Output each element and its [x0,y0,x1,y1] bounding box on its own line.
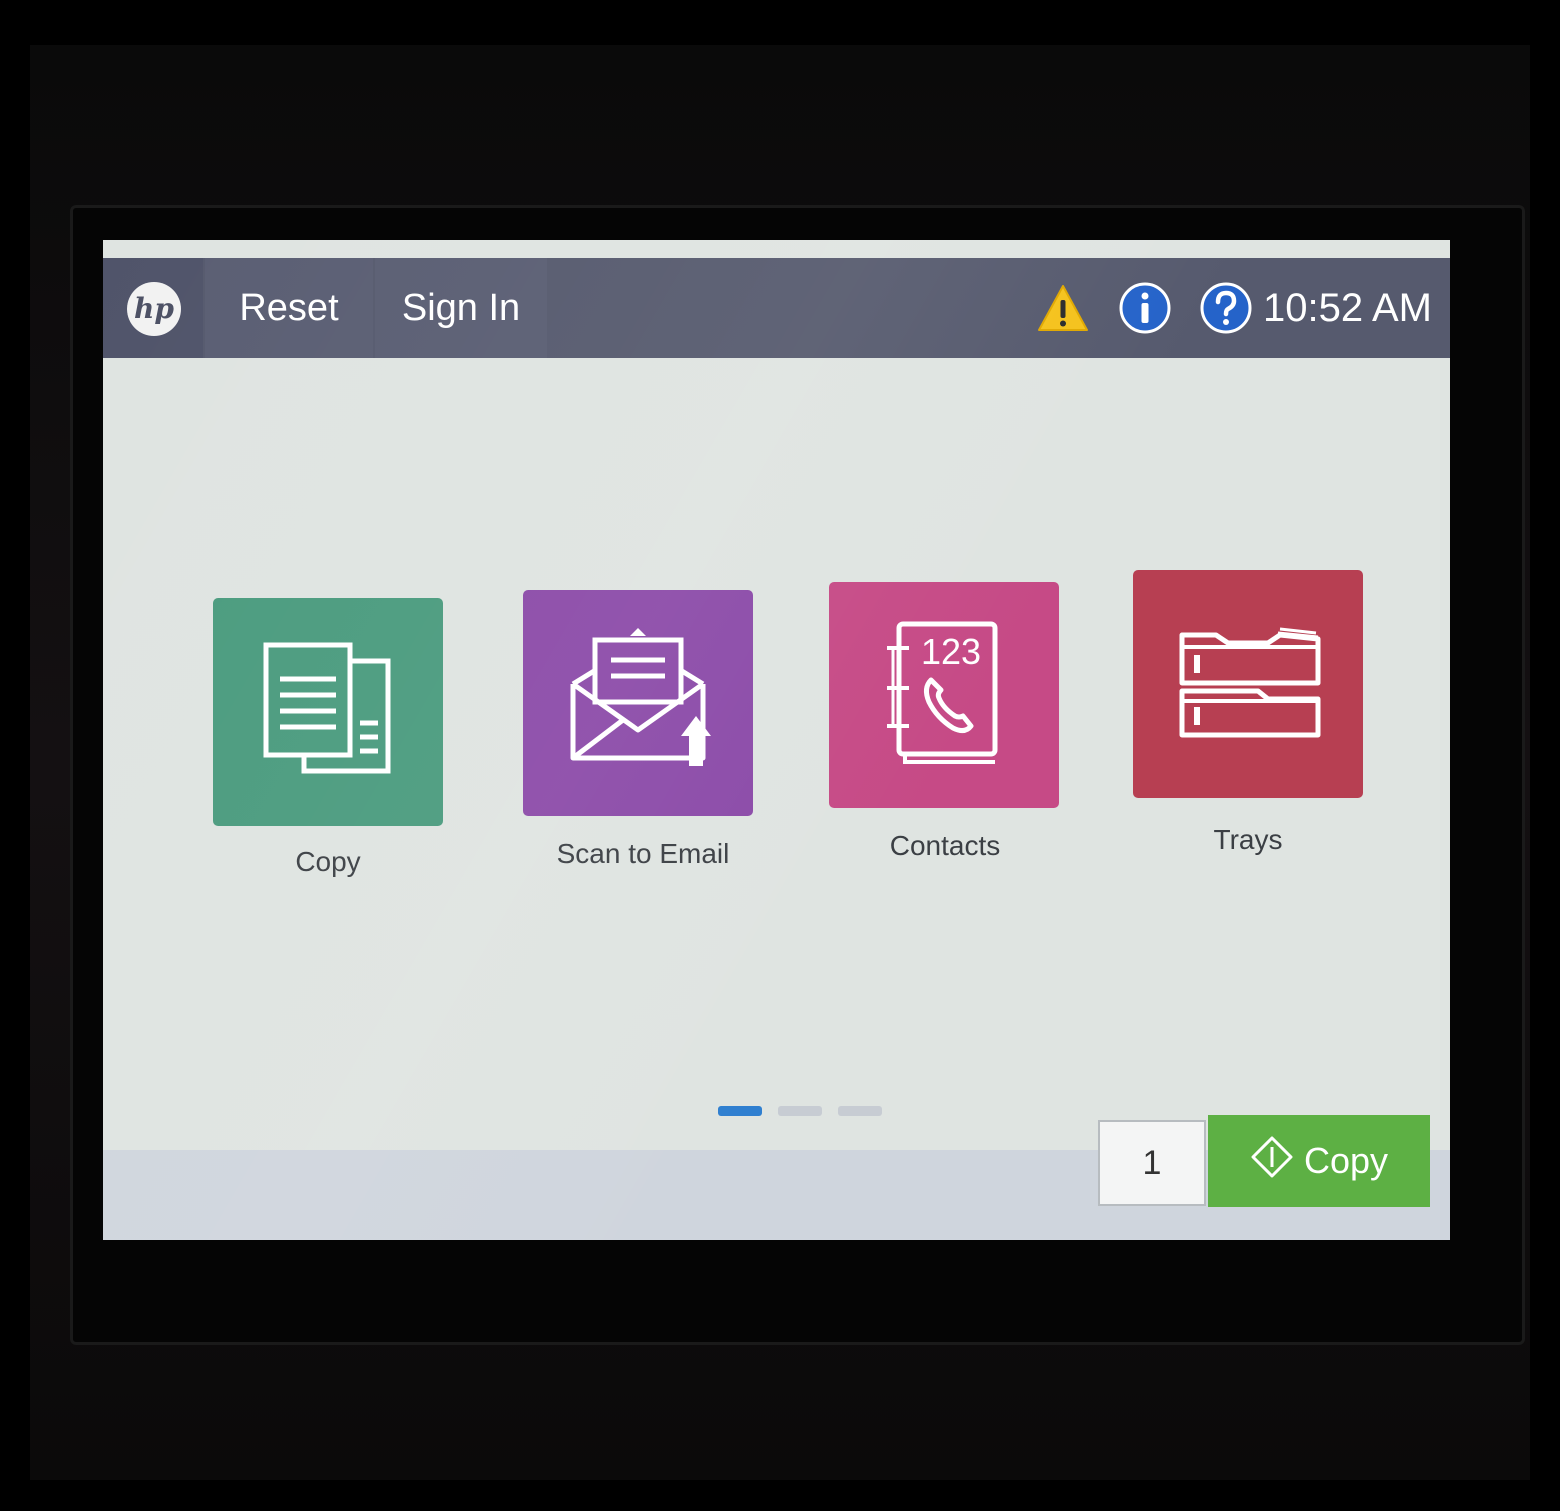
copy-start-button[interactable]: Copy [1208,1115,1430,1207]
warning-icon[interactable] [1035,280,1091,336]
copy-app-label: Copy [295,846,361,877]
clock: 10:52 AM [1262,286,1432,330]
scan-to-email-icon [553,626,723,780]
trays-app-tile[interactable] [1133,570,1363,798]
copy-start-label: Copy [1303,1140,1389,1181]
sign-in-button[interactable]: Sign In [375,258,547,358]
hp-logo: hp [127,282,181,336]
contacts-app-label: Contacts [889,830,1001,861]
trays-icon [1168,617,1328,751]
hp-logo-text: hp [134,292,174,325]
scan-to-email-app-label: Scan to Email [556,838,730,869]
contacts-app-tile[interactable]: 123 [829,582,1059,808]
contacts-icon: 123 [879,618,1009,772]
reset-button[interactable]: Reset [205,258,373,358]
page-indicator[interactable] [838,1106,882,1116]
start-icon [1250,1135,1294,1188]
touch-screen: hp Reset Sign In 10:52 AM Copy Scan to E… [103,240,1450,1240]
help-icon[interactable] [1198,280,1254,336]
page-indicator[interactable] [778,1106,822,1116]
copy-app-tile[interactable] [213,598,443,826]
hp-logo-button[interactable]: hp [103,258,203,358]
top-bar: hp Reset Sign In 10:52 AM [103,258,1450,358]
contacts-icon-number: 123 [921,631,981,672]
scan-to-email-app-tile[interactable] [523,590,753,816]
copy-icon [248,635,408,789]
trays-app-label: Trays [1213,824,1283,855]
info-icon[interactable] [1117,280,1173,336]
page-indicator-active[interactable] [718,1106,762,1116]
copy-count-field[interactable]: 1 [1098,1120,1206,1206]
